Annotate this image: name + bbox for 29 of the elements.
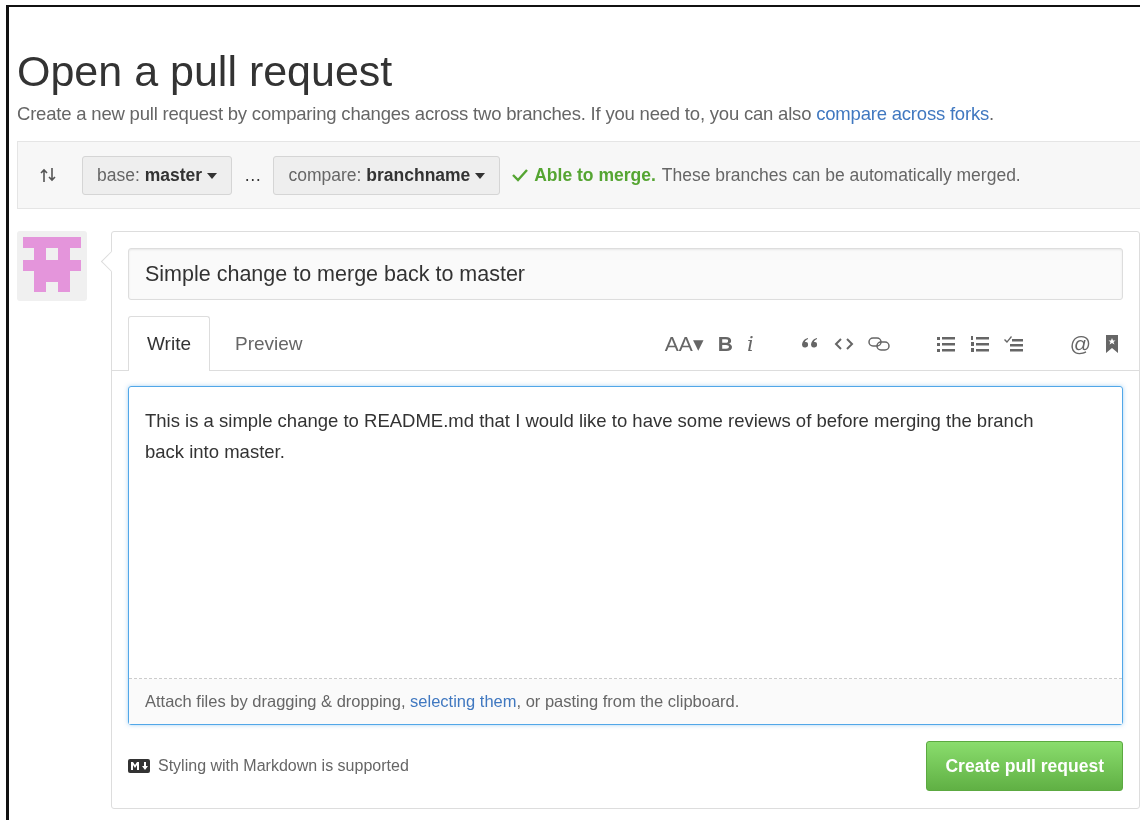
toolbar-button[interactable]: B [717, 332, 733, 356]
merge-status: Able to merge. [534, 164, 656, 186]
toolbar-button[interactable]: AA▾ [664, 332, 704, 356]
title-field[interactable]: Simple change to merge back to master [128, 248, 1123, 300]
ellipsis: … [243, 164, 262, 186]
compare-branch-dropdown[interactable]: compare: branchname [273, 155, 501, 195]
compare-arrows-icon [40, 165, 56, 185]
base-branch-dropdown[interactable]: base: master [82, 155, 232, 195]
select-files-link[interactable]: selecting them [410, 692, 517, 710]
task-list-icon[interactable] [1003, 336, 1024, 352]
bulleted-list-icon[interactable] [935, 336, 956, 352]
page-subtitle: Create a new pull request by comparing changes across two branches. If you need to, you can also compare across forks. [17, 103, 995, 125]
bookmark-icon[interactable] [1105, 334, 1119, 354]
markdown-icon [128, 759, 150, 773]
caret-icon [206, 172, 217, 179]
toolbar-button[interactable]: @ [1069, 332, 1091, 356]
editor-tab[interactable]: Write [128, 316, 210, 371]
numbered-list-icon[interactable] [969, 336, 990, 352]
attach-hint: Attach files by dragging & dropping, selecting them, or pasting from the clipboard. [129, 679, 1122, 724]
compare-forks-link[interactable]: compare across forks [816, 103, 990, 124]
editor-tab[interactable]: Preview [210, 316, 328, 371]
avatar [17, 231, 87, 301]
link-icon[interactable] [867, 336, 890, 352]
markdown-note: Styling with Markdown is supported [158, 757, 409, 775]
page-title: Open a pull request [17, 46, 394, 97]
code-icon[interactable] [833, 337, 854, 351]
caret-icon [475, 172, 486, 179]
merge-note: These branches can be automatically merged. [661, 164, 1021, 186]
toolbar-button[interactable]: i [746, 332, 754, 356]
